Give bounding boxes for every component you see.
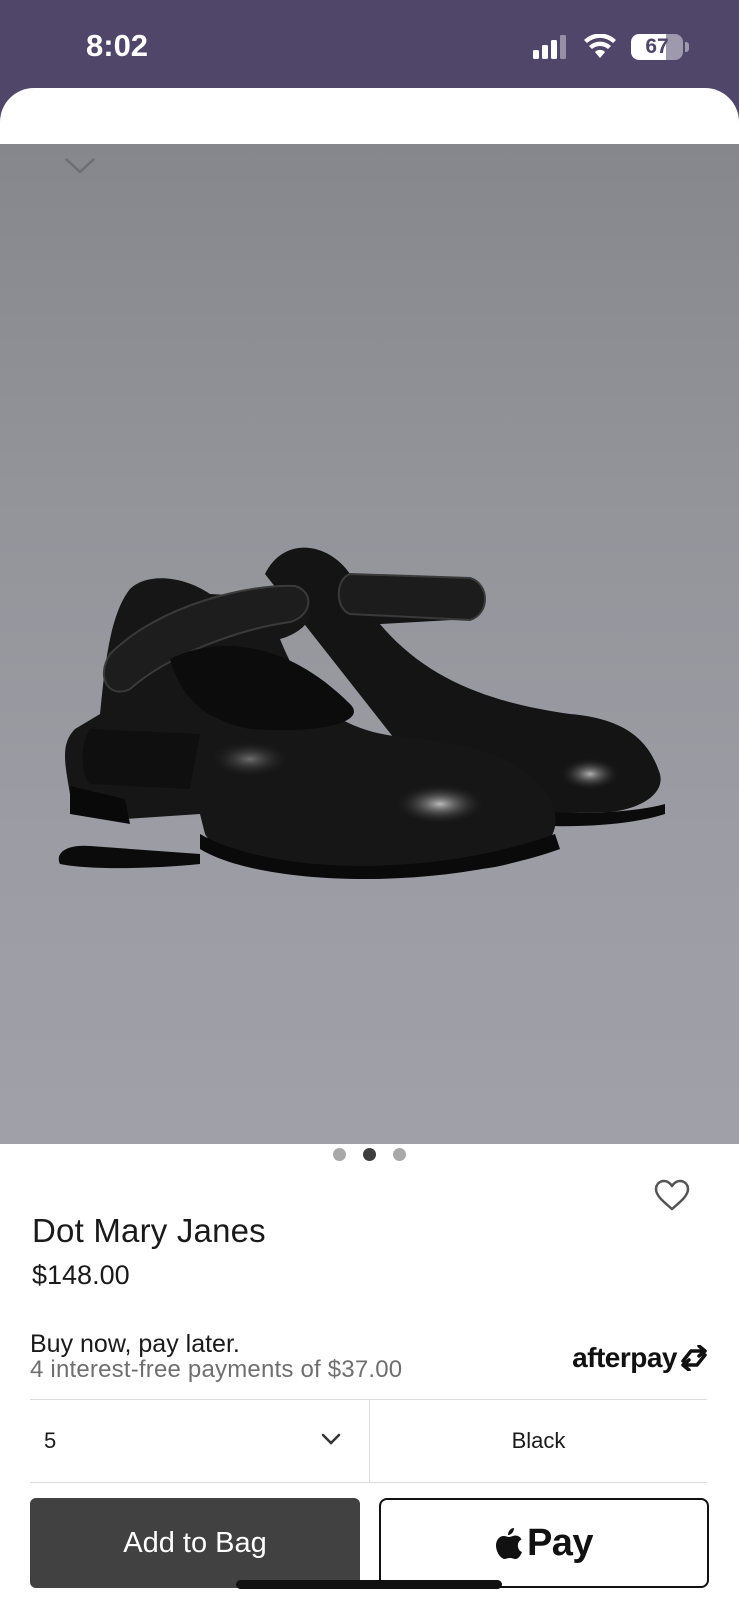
afterpay-logo[interactable]: afterpay: [572, 1342, 709, 1374]
pagination-dot[interactable]: [393, 1148, 406, 1161]
size-select[interactable]: 5: [30, 1400, 369, 1482]
chevron-down-icon[interactable]: [64, 156, 96, 176]
bnpl-title: Buy now, pay later.: [30, 1330, 240, 1358]
chevron-down-icon: [321, 1433, 341, 1445]
afterpay-arrows-icon: [681, 1345, 707, 1371]
add-to-bag-button[interactable]: Add to Bag: [30, 1498, 360, 1588]
cellular-signal-icon: [533, 35, 566, 59]
bnpl-subtitle: 4 interest-free payments of $37.00: [30, 1356, 403, 1383]
heart-icon: [654, 1179, 690, 1211]
color-select[interactable]: Black: [370, 1400, 707, 1482]
battery-nub: [685, 42, 689, 52]
wifi-icon: [584, 34, 616, 58]
pagination-dot[interactable]: [333, 1148, 346, 1161]
status-time: 8:02: [86, 28, 149, 63]
product-image-gallery[interactable]: [0, 144, 739, 1233]
product-price: $148.00: [32, 1260, 130, 1290]
gallery-pagination: [0, 1148, 739, 1161]
battery-icon: 67: [631, 34, 683, 60]
apple-pay-button[interactable]: Pay: [379, 1498, 709, 1588]
apple-logo-icon: [495, 1528, 522, 1559]
favorite-button[interactable]: [634, 1157, 710, 1233]
status-bar: 8:02 67: [0, 0, 739, 100]
status-icons: 67: [533, 34, 689, 60]
afterpay-wordmark: afterpay: [572, 1342, 677, 1373]
size-value: 5: [44, 1428, 57, 1453]
add-to-bag-label: Add to Bag: [123, 1526, 267, 1559]
battery-percent: 67: [645, 35, 669, 58]
pagination-dot[interactable]: [363, 1148, 376, 1161]
divider: [30, 1482, 707, 1483]
product-sheet: Dot Mary Janes $148.00 Buy now, pay late…: [0, 88, 739, 1600]
product-name: Dot Mary Janes: [32, 1212, 266, 1249]
apple-pay-label: Pay: [526, 1521, 594, 1564]
home-indicator[interactable]: [236, 1580, 502, 1589]
shoe-product-image: [58, 547, 665, 880]
color-value: Black: [511, 1428, 566, 1453]
